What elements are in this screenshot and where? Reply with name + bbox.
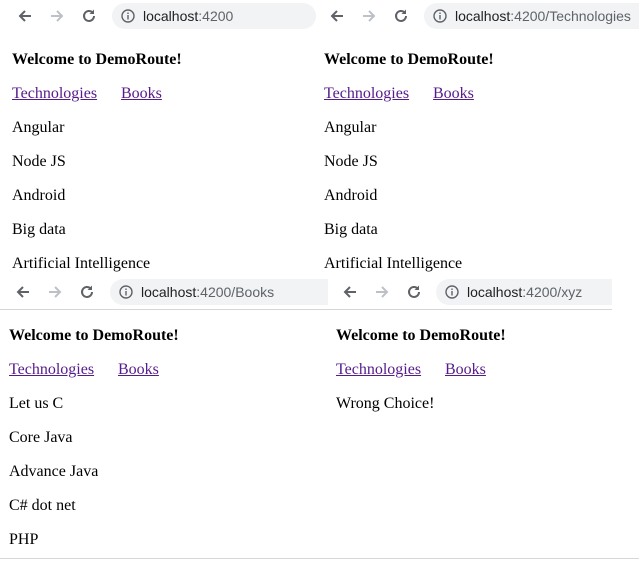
reload-icon [395,9,407,22]
list-item: Artificial Intelligence [12,255,151,272]
forward-arrow-icon [49,286,62,298]
browser-window-books: localhost:4200/Books Welcome to DemoRout… [0,276,330,560]
address-bar[interactable]: localhost:4200/Technologies [424,3,639,29]
browser-toolbar: localhost:4200 [0,0,318,32]
address-bar[interactable]: localhost:4200 [112,3,316,29]
technologies-link[interactable]: Technologies [324,85,409,103]
books-link[interactable]: Books [433,85,474,103]
info-icon[interactable] [121,9,135,23]
list-item: Android [324,187,378,204]
back-arrow-icon [330,10,343,22]
list-item: Big data [12,221,66,238]
url-path: :4200/xyz [522,284,583,300]
page-content: Welcome to DemoRoute! Technologies Books… [318,32,639,276]
list-item: Angular [324,119,377,136]
list-item: PHP [9,531,39,548]
divider [0,558,639,559]
browser-window-technologies: localhost:4200/Technologies Welcome to D… [318,0,639,276]
books-link[interactable]: Books [445,361,486,379]
url-host: localhost [455,8,511,24]
list-item: C# dot net [9,497,76,514]
list-item: Node JS [324,153,378,170]
browser-toolbar: localhost:4200/Technologies [318,0,639,32]
info-icon[interactable] [445,285,459,299]
url-host: localhost [143,8,199,24]
forward-button[interactable] [356,4,382,28]
address-bar[interactable]: localhost:4200/xyz [436,279,612,305]
reload-icon [408,285,420,298]
reload-button[interactable] [388,4,414,28]
url-path: :4200/Technologies [510,8,631,24]
books-link[interactable]: Books [118,361,159,379]
list-item: Big data [324,221,378,238]
url-host: localhost [467,284,523,300]
page-content: Welcome to DemoRoute! Technologies Books… [0,32,318,276]
list-item: Let us C [9,395,64,412]
forward-button[interactable] [44,4,70,28]
address-bar[interactable]: localhost:4200/Books [110,279,328,305]
list-item: Artificial Intelligence [324,255,463,272]
reload-button[interactable] [401,280,427,304]
list-item: Node JS [12,153,66,170]
technologies-link[interactable]: Technologies [9,361,94,379]
back-button[interactable] [337,280,363,304]
forward-arrow-icon [376,286,389,298]
reload-button[interactable] [76,4,102,28]
browser-window-home: localhost:4200 Welcome to DemoRoute! Tec… [0,0,318,276]
reload-button[interactable] [74,280,100,304]
reload-icon [81,285,93,298]
url-path: :4200 [198,8,234,24]
page-heading: Welcome to DemoRoute! [9,327,179,344]
divider [0,309,612,310]
technologies-link[interactable]: Technologies [12,85,97,103]
list-item: Core Java [9,429,73,446]
browser-window-wrong-route: localhost:4200/xyz Welcome to DemoRoute!… [330,276,612,560]
forward-arrow-icon [363,10,376,22]
back-arrow-icon [18,10,31,22]
info-icon[interactable] [433,9,447,23]
url-host: localhost [141,284,197,300]
books-link[interactable]: Books [121,85,162,103]
page-content: Welcome to DemoRoute! Technologies Books… [330,308,612,560]
list-item: Android [12,187,66,204]
page-heading: Welcome to DemoRoute! [12,51,182,68]
page-heading: Welcome to DemoRoute! [336,327,506,344]
page-heading: Welcome to DemoRoute! [324,51,494,68]
list-item: Advance Java [9,463,99,480]
forward-button[interactable] [369,280,395,304]
forward-arrow-icon [51,10,64,22]
url-path: :4200/Books [196,284,275,300]
info-icon[interactable] [119,285,133,299]
page-content: Welcome to DemoRoute! Technologies Books… [0,308,330,560]
list-item: Angular [12,119,65,136]
back-button[interactable] [12,4,38,28]
back-arrow-icon [343,286,356,298]
browser-toolbar: localhost:4200/Books [0,276,330,308]
back-button[interactable] [324,4,350,28]
reload-icon [83,9,95,22]
back-arrow-icon [16,286,29,298]
forward-button[interactable] [42,280,68,304]
error-message: Wrong Choice! [336,395,435,412]
technologies-link[interactable]: Technologies [336,361,421,379]
back-button[interactable] [10,280,36,304]
browser-toolbar: localhost:4200/xyz [330,276,612,308]
